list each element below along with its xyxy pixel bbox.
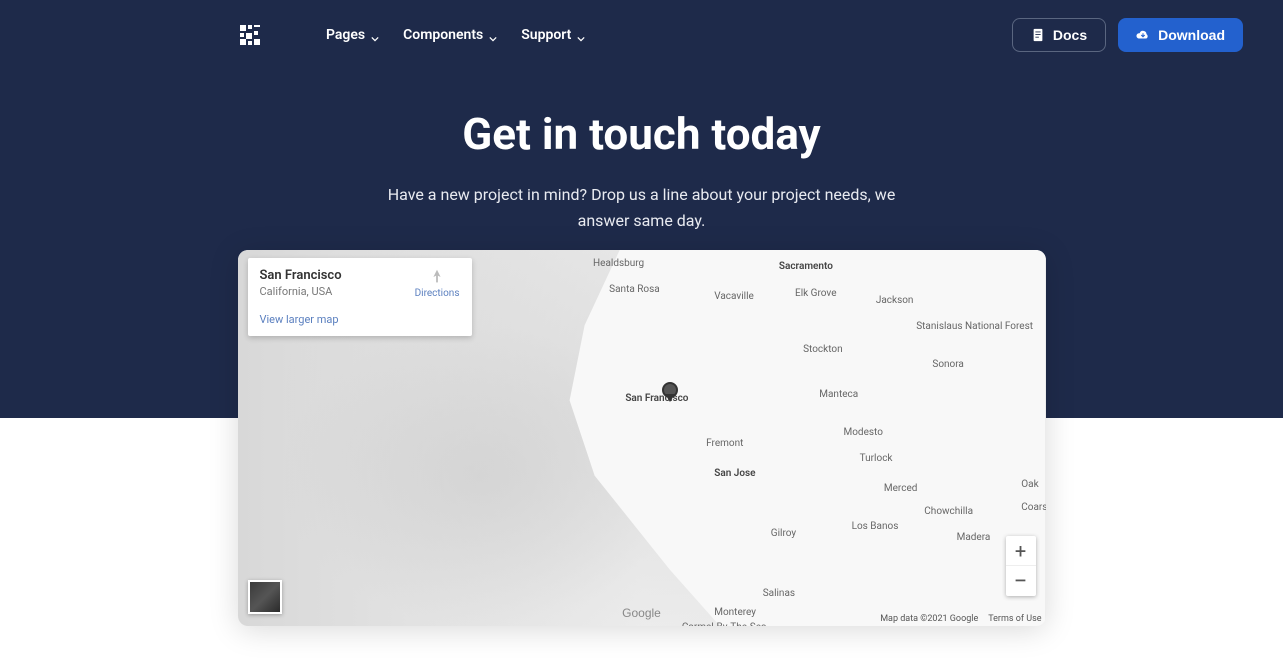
map-city-label: Healdsburg <box>593 258 644 269</box>
terms-link[interactable]: Terms of Use <box>988 614 1041 624</box>
map-city-label: Sacramento <box>779 261 833 272</box>
map[interactable]: Healdsburg Sacramento Santa Rosa Vacaville E… <box>238 250 1046 626</box>
map-city-label: Modesto <box>844 427 883 438</box>
map-city-label: Los Banos <box>852 521 899 532</box>
map-city-label: Oak <box>1021 479 1038 490</box>
map-attribution: Map data ©2021 Google Terms of Use <box>880 614 1041 624</box>
map-city-label: Madera <box>957 532 991 543</box>
download-button-label: Download <box>1158 27 1225 43</box>
chevron-down-icon <box>371 31 379 39</box>
map-data-attrib[interactable]: Map data ©2021 Google <box>880 614 978 624</box>
zoom-in-button[interactable]: + <box>1006 536 1036 566</box>
navbar: Pages Components Support Docs <box>0 0 1283 70</box>
docs-button[interactable]: Docs <box>1012 18 1106 52</box>
page-subtitle: Have a new project in mind? Drop us a li… <box>362 182 922 233</box>
map-city-label: Salinas <box>763 588 795 599</box>
view-larger-map-link[interactable]: View larger map <box>260 313 460 326</box>
map-city-label: Fremont <box>706 438 743 449</box>
nav-support[interactable]: Support <box>521 27 585 43</box>
nav-item-label: Pages <box>326 27 365 43</box>
map-pin[interactable] <box>662 382 678 398</box>
map-city-label: Gilroy <box>771 528 796 539</box>
nav-pages[interactable]: Pages <box>326 27 379 43</box>
chevron-down-icon <box>489 31 497 39</box>
download-button[interactable]: Download <box>1118 18 1243 52</box>
map-city-label: Chowchilla <box>924 506 973 517</box>
map-city-label: Merced <box>884 483 918 494</box>
nav-item-label: Components <box>403 27 483 43</box>
map-city-label: Jackson <box>876 295 914 306</box>
satellite-toggle[interactable] <box>248 580 282 614</box>
map-info-card: San Francisco California, USA Directions… <box>248 258 472 336</box>
directions-button[interactable]: Directions <box>415 268 460 299</box>
cloud-download-icon <box>1136 28 1150 42</box>
map-city-label: Turlock <box>860 453 893 464</box>
chevron-down-icon <box>577 31 585 39</box>
map-city-label: Stockton <box>803 344 843 355</box>
brand-logo[interactable] <box>238 23 262 47</box>
map-city-label: Monterey <box>714 607 756 618</box>
map-city-label: San Francisco <box>625 393 688 404</box>
map-city-label: Carmel-By-The-Sea <box>682 622 767 626</box>
directions-icon <box>428 268 446 286</box>
map-city-label: Stanislaus National Forest <box>916 321 1033 332</box>
zoom-out-button[interactable]: − <box>1006 566 1036 596</box>
nav-components[interactable]: Components <box>403 27 497 43</box>
map-city-label: San Jose <box>714 468 755 479</box>
map-info-title: San Francisco <box>260 268 342 283</box>
google-logo: Google <box>622 606 661 620</box>
zoom-controls: + − <box>1006 536 1036 596</box>
map-city-label: Manteca <box>819 389 858 400</box>
nav-item-label: Support <box>521 27 571 43</box>
map-city-label: Vacaville <box>714 291 754 302</box>
map-city-label: Santa Rosa <box>609 284 660 295</box>
directions-label: Directions <box>415 288 460 299</box>
document-icon <box>1031 28 1045 42</box>
map-city-label: Elk Grove <box>795 288 836 299</box>
map-city-label: Sonora <box>932 359 964 370</box>
map-city-label: Coarse <box>1021 502 1045 513</box>
map-info-subtitle: California, USA <box>260 285 342 298</box>
docs-button-label: Docs <box>1053 27 1087 43</box>
page-title: Get in touch today <box>20 108 1263 160</box>
